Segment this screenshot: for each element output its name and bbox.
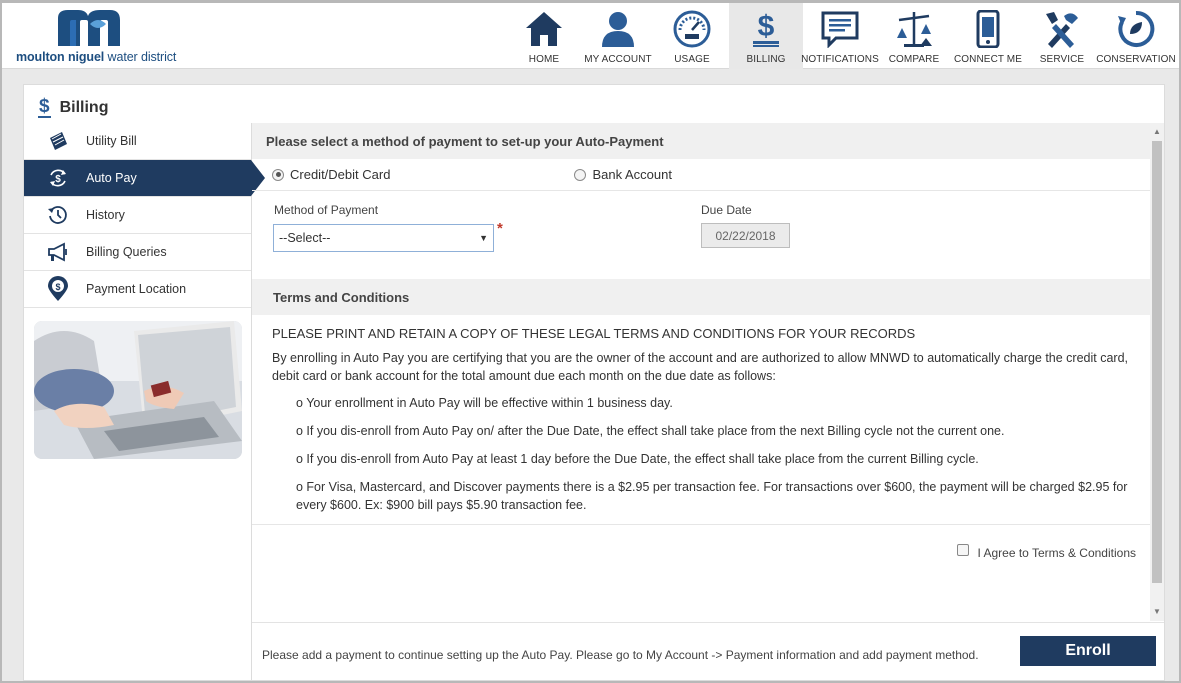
nav-connect-me[interactable]: CONNECT ME [951,3,1025,69]
terms-point: o If you dis-enroll from Auto Pay at lea… [296,452,979,466]
nav-notifications[interactable]: NOTIFICATIONS [801,3,879,69]
dollar-icon: $ [744,8,788,50]
sidebar-item-label: Payment Location [86,282,187,296]
scroll-down-arrow-icon[interactable]: ▼ [1150,605,1164,619]
radio-bank-account[interactable]: Bank Account [574,167,672,182]
checkbox[interactable] [957,543,970,556]
page-title: $ Billing [38,95,108,121]
user-icon [596,8,640,50]
autopay-icon: $ [46,166,70,190]
enroll-button[interactable]: Enroll [1020,636,1156,666]
sidebar-item-history[interactable]: History [24,197,251,234]
nav-service[interactable]: SERVICE [1025,3,1099,69]
phone-icon [966,8,1010,50]
payment-method-radios: Credit/Debit Card Bank Account [252,159,1150,191]
svg-text:$: $ [55,282,60,292]
logo-mark-icon [58,10,120,46]
footer-message: Please add a payment to continue setting… [262,648,979,662]
nav-label: SERVICE [1039,54,1085,65]
nav-conservation[interactable]: CONSERVATION [1096,3,1176,69]
scroll-up-arrow-icon[interactable]: ▲ [1150,125,1164,139]
terms-point: o If you dis-enroll from Auto Pay on/ af… [296,424,1005,438]
radio-credit-debit-card[interactable]: Credit/Debit Card [272,167,390,182]
terms-section-title: Terms and Conditions [252,279,1150,315]
autopay-content: Please select a method of payment to set… [252,123,1150,621]
svg-text:$: $ [55,174,61,185]
main-nav: HOME MY ACCOUNT USAGE $ BILLING NOTIFICA… [507,3,1176,69]
nav-my-account[interactable]: MY ACCOUNT [581,3,655,69]
sidebar-item-label: History [86,208,125,222]
billing-sidebar: Utility Bill $ Auto Pay History Billing … [24,123,265,682]
radio-label: Bank Account [592,167,672,182]
select-value: --Select-- [279,231,331,245]
sidebar-item-label: Utility Bill [86,134,137,148]
page-title-text: Billing [59,99,109,116]
recycle-icon [1114,8,1158,50]
sidebar-item-utility-bill[interactable]: Utility Bill [24,123,251,160]
method-of-payment-select[interactable]: --Select-- ▼ [273,224,494,252]
nav-billing[interactable]: $ BILLING [729,3,803,69]
nav-label: CONNECT ME [953,54,1023,65]
brand-name: moulton niguel water district [16,50,177,64]
autopay-section-title: Please select a method of payment to set… [252,123,1150,159]
method-of-payment-label: Method of Payment [274,203,379,217]
home-icon [522,8,566,50]
content-scrollbar[interactable]: ▲ ▼ [1150,123,1164,621]
message-icon [818,8,862,50]
radio-button[interactable] [574,168,587,181]
divider [252,524,1150,525]
nav-label: CONSERVATION [1096,54,1176,65]
nav-label: HOME [528,54,560,65]
due-date-field: 02/22/2018 [701,223,790,248]
gauge-icon [670,8,714,50]
scale-icon [892,8,936,50]
sidebar-item-auto-pay[interactable]: $ Auto Pay [24,160,265,197]
tools-icon [1040,8,1084,50]
sidebar-item-payment-location[interactable]: $ Payment Location [24,271,251,308]
bill-icon [46,129,70,153]
nav-label: COMPARE [888,54,940,65]
nav-label: USAGE [674,54,710,65]
nav-label: BILLING [746,54,786,65]
svg-text:$: $ [758,10,775,43]
nav-compare[interactable]: COMPARE [877,3,951,69]
terms-heading: PLEASE PRINT AND RETAIN A COPY OF THESE … [272,326,916,341]
radio-label: Credit/Debit Card [290,167,391,182]
sidebar-item-label: Auto Pay [86,171,137,185]
brand-logo[interactable]: moulton niguel water district [16,8,176,64]
nav-label: NOTIFICATIONS [801,54,879,65]
promo-image-laptop [34,321,242,459]
terms-body: PLEASE PRINT AND RETAIN A COPY OF THESE … [252,315,1150,514]
dollar-icon: $ [38,96,51,118]
terms-intro: By enrolling in Auto Pay you are certify… [272,351,1129,383]
billing-card: $ Billing Utility Bill $ Auto Pay Histor… [23,84,1165,682]
caret-down-icon: ▼ [479,233,488,243]
nav-label: MY ACCOUNT [584,54,652,65]
due-date-label: Due Date [701,203,752,217]
top-header: moulton niguel water district HOME MY AC… [2,3,1179,69]
agree-terms-label: I Agree to Terms & Conditions [977,546,1136,560]
nav-usage[interactable]: USAGE [655,3,729,69]
terms-point: o For Visa, Mastercard, and Discover pay… [296,480,1128,512]
nav-home[interactable]: HOME [507,3,581,69]
history-icon [46,203,70,227]
agree-terms-checkbox[interactable]: I Agree to Terms & Conditions [957,543,1136,560]
megaphone-icon [46,240,70,264]
radio-button-checked[interactable] [272,168,284,181]
sidebar-item-billing-queries[interactable]: Billing Queries [24,234,251,271]
sidebar-item-label: Billing Queries [86,245,167,259]
autopay-footer: Please add a payment to continue setting… [252,622,1164,680]
scroll-thumb[interactable] [1152,141,1162,583]
terms-point: o Your enrollment in Auto Pay will be ef… [296,396,673,410]
payment-form-row: Method of Payment --Select-- ▼ * Due Dat… [252,191,1150,279]
location-pin-icon: $ [46,276,70,301]
required-indicator: * [497,220,503,237]
